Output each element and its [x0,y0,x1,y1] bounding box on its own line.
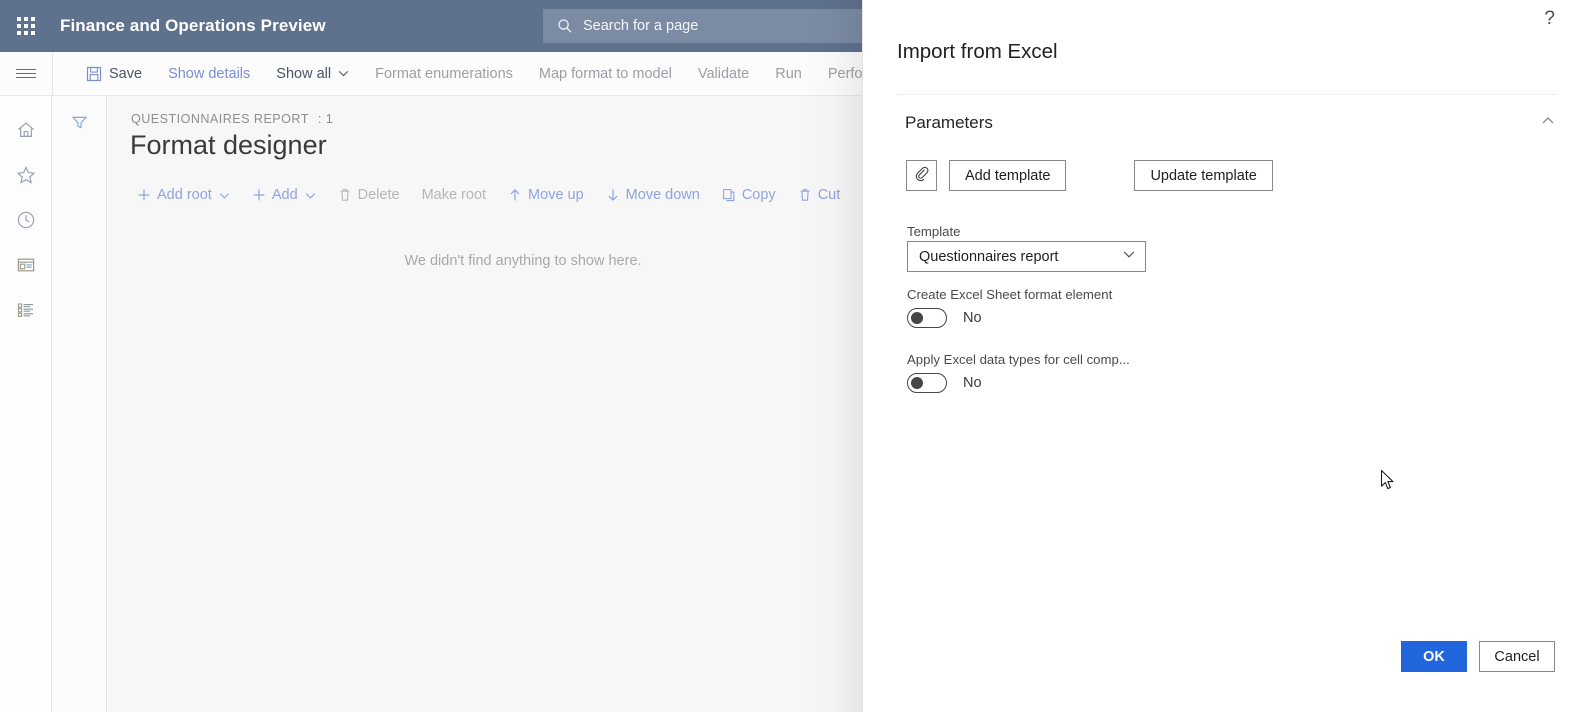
command-performance-label: Perfo [827,65,863,82]
ok-button[interactable]: OK [1401,641,1467,672]
tree-add-button[interactable]: Add [241,178,327,212]
application-window: Finance and Operations Preview Search fo… [0,0,1589,712]
parameters-section-header[interactable]: Parameters [905,108,1556,138]
create-excel-sheet-toggle-label: Create Excel Sheet format element [907,287,1113,302]
tree-delete-label: Delete [357,187,400,203]
tree-delete-button[interactable]: Delete [327,178,411,212]
apply-excel-data-types-toggle-value: No [963,375,982,391]
tree-cut-button[interactable]: Cut [787,178,852,212]
command-save-label: Save [109,65,143,82]
modules-list-icon [16,300,36,325]
recent-clock-icon [16,210,36,235]
chevron-down-icon [305,190,316,201]
toggle-knob [911,312,923,324]
command-show-details-button[interactable]: Show details [155,52,263,96]
plus-icon [137,188,151,202]
paperclip-icon [914,166,929,186]
tree-copy-button[interactable]: Copy [711,178,787,212]
rail-item-home[interactable] [0,110,52,155]
arrow-down-icon [606,188,620,202]
template-select-value: Questionnaires report [919,248,1059,265]
copy-icon [722,188,736,202]
rail-item-favorites[interactable] [0,155,52,200]
tree-move-down-button[interactable]: Move down [595,178,711,212]
command-save-button[interactable]: Save [73,52,155,96]
trash-icon [338,188,352,202]
app-title: Finance and Operations Preview [60,16,326,35]
filter-column [53,96,107,712]
apply-excel-data-types-toggle-row: No [907,373,982,393]
command-bar-items: Save Show details Show all Format enumer… [53,52,876,96]
apply-excel-data-types-toggle-label: Apply Excel data types for cell comp... [907,352,1130,367]
tree-copy-label: Copy [741,187,776,203]
filter-funnel-icon [70,113,89,137]
tree-move-up-button[interactable]: Move up [497,178,595,212]
command-run-button[interactable]: Run [762,52,815,96]
rail-item-modules[interactable] [0,290,52,335]
command-validate-button[interactable]: Validate [685,52,762,96]
chevron-up-icon[interactable] [1540,113,1556,134]
dialog-title-divider [897,94,1556,95]
command-show-details-label: Show details [168,65,251,82]
tree-make-root-label: Make root [421,187,487,203]
breadcrumb: QUESTIONNAIRES REPORT : 1 [131,112,333,126]
command-format-enumerations-button[interactable]: Format enumerations [362,52,526,96]
tree-add-root-button[interactable]: Add root [126,178,241,212]
add-template-button[interactable]: Add template [949,160,1067,191]
create-excel-sheet-toggle-value: No [963,310,982,326]
template-field-label: Template [907,224,961,239]
command-run-label: Run [775,65,802,82]
breadcrumb-text: QUESTIONNAIRES REPORT [131,112,309,126]
app-launcher-grid [17,17,35,35]
command-map-format-to-model-label: Map format to model [538,65,672,82]
rail-item-recent[interactable] [0,200,52,245]
cancel-button[interactable]: Cancel [1479,641,1555,672]
tree-add-root-label: Add root [157,187,212,203]
parameters-section-title: Parameters [905,113,993,132]
tree-make-root-button[interactable]: Make root [411,178,497,212]
tree-add-label: Add [271,187,298,203]
command-show-all-label: Show all [276,65,332,82]
app-launcher-icon[interactable] [0,0,52,52]
command-format-enumerations-label: Format enumerations [375,65,513,82]
dialog-title: Import from Excel [897,40,1058,63]
empty-state-message: We didn't find anything to show here. [404,253,642,269]
tree-toolbar: Add root Add Delete Make root Move up Mo… [126,178,851,212]
toggle-knob [911,377,923,389]
left-navigation-rail [0,96,52,712]
favorites-star-icon [16,165,36,190]
update-template-button[interactable]: Update template [1134,160,1273,191]
command-show-all-button[interactable]: Show all [263,52,362,96]
template-select[interactable]: Questionnaires report [907,241,1146,272]
template-button-row: Add template Update template [906,160,1273,191]
save-icon [86,66,102,82]
hamburger-menu-icon[interactable] [0,52,52,96]
breadcrumb-suffix: : 1 [317,112,334,126]
search-placeholder-text: Search for a page [583,18,699,34]
workspaces-icon [16,255,36,280]
chevron-down-icon [338,68,349,79]
chevron-down-icon [1122,247,1136,266]
tree-move-up-label: Move up [528,187,584,203]
chevron-down-icon [219,190,230,201]
create-excel-sheet-toggle[interactable] [907,308,947,328]
apply-excel-data-types-toggle[interactable] [907,373,947,393]
page-title: Format designer [130,130,327,160]
tree-cut-label: Cut [817,187,841,203]
command-validate-label: Validate [697,65,750,82]
attach-file-button[interactable] [906,160,937,191]
tree-move-down-label: Move down [625,187,700,203]
command-map-format-to-model-button[interactable]: Map format to model [526,52,685,96]
help-icon[interactable]: ? [1544,9,1555,28]
create-excel-sheet-toggle-row: No [907,308,982,328]
home-icon [16,120,36,145]
trash-icon [798,188,812,202]
plus-icon [252,188,266,202]
filter-button[interactable] [63,110,97,140]
search-icon [557,18,573,34]
arrow-up-icon [508,188,522,202]
import-from-excel-dialog: ? Import from Excel Parameters Add templ… [862,0,1589,712]
rail-item-workspaces[interactable] [0,245,52,290]
dialog-action-buttons: OK Cancel [1401,641,1555,672]
